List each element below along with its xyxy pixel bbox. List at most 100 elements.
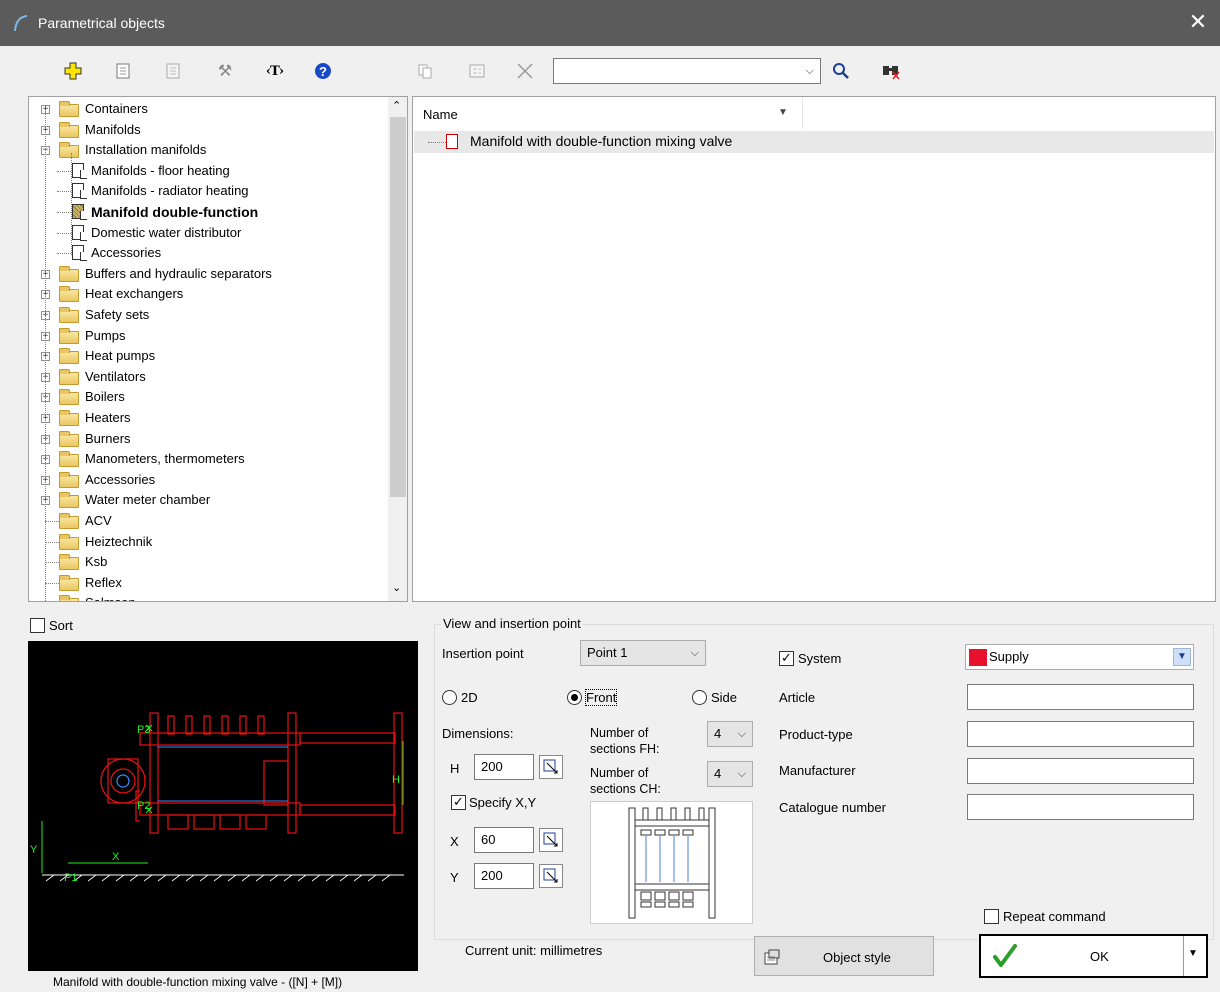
article-input[interactable] — [967, 684, 1194, 710]
pick-h-icon[interactable] — [539, 755, 563, 779]
dimensions-label: Dimensions: — [442, 726, 514, 741]
repeat-command-checkbox[interactable] — [984, 909, 999, 924]
copy-icon[interactable] — [412, 58, 438, 84]
scroll-down-icon[interactable]: ⌄ — [392, 581, 401, 594]
tree-folder-item[interactable]: + Containers — [29, 99, 387, 119]
preview-label-p2: P2 — [137, 800, 150, 812]
tree-item-label: Water meter chamber — [85, 492, 211, 508]
tree-connector — [57, 232, 71, 234]
catalogue-number-input[interactable] — [967, 794, 1194, 820]
chevron-down-icon[interactable]: ⌵ — [806, 59, 814, 83]
sections-ch-value: 4 — [714, 766, 722, 781]
add-icon[interactable] — [60, 58, 86, 84]
delete-icon[interactable] — [512, 58, 538, 84]
ok-dropdown-icon[interactable]: ▼ — [1188, 948, 1198, 959]
column-dropdown-icon[interactable]: ▼ — [775, 105, 791, 121]
system-checkbox[interactable]: ✓ — [779, 651, 794, 666]
radio-front[interactable] — [567, 690, 582, 705]
tree-folder-item[interactable]: + Safety sets — [29, 305, 387, 325]
tree-folder-item[interactable]: Ksb — [29, 552, 387, 572]
folder-icon — [59, 451, 79, 468]
tree-folder-item[interactable]: + Water meter chamber — [29, 490, 387, 510]
properties-icon[interactable] — [110, 58, 136, 84]
product-type-input[interactable] — [967, 721, 1194, 747]
manufacturer-input[interactable] — [967, 758, 1194, 784]
x-input[interactable]: 60 — [474, 827, 534, 853]
x-value: 60 — [481, 832, 496, 847]
sort-label: Sort — [49, 618, 73, 633]
tree-folder-item[interactable]: ACV — [29, 511, 387, 531]
specify-xy-checkbox[interactable]: ✓ — [451, 795, 466, 810]
tree-leaf-item[interactable]: Manifolds - radiator heating — [29, 181, 387, 201]
ok-button[interactable]: OK ▼ — [979, 934, 1208, 978]
column-header-name[interactable]: Name ▼ — [413, 97, 803, 129]
tree-folder-item[interactable]: + Manometers, thermometers — [29, 449, 387, 469]
close-icon[interactable]: ✕ — [1186, 10, 1210, 34]
tree-item-label: Accessories — [91, 245, 162, 261]
tree-item-label: Heaters — [85, 410, 131, 425]
tree-folder-item[interactable]: + Manifolds — [29, 120, 387, 140]
system-select[interactable]: Supply ▼ — [965, 644, 1194, 670]
tree-leaf-item[interactable]: Manifold double-function — [29, 202, 387, 222]
tree-folder-item[interactable]: + Heaters — [29, 408, 387, 428]
tree-item-label: Manifolds — [85, 121, 141, 137]
y-input[interactable]: 200 — [474, 863, 534, 889]
tree-folder-item[interactable]: − Installation manifolds — [29, 140, 387, 160]
list-icon[interactable] — [160, 58, 186, 84]
folder-icon — [59, 265, 79, 282]
tree-folder-item[interactable]: Heiztechnik — [29, 532, 387, 552]
tree-connector — [57, 253, 71, 255]
text-icon[interactable]: ‹T› — [262, 58, 288, 84]
tree-leaf-item[interactable]: Accessories — [29, 243, 387, 263]
search-icon[interactable] — [828, 58, 854, 84]
sections-ch-select[interactable]: 4 ⌵ — [707, 761, 753, 787]
tree-leaf-item[interactable]: Domestic water distributor — [29, 223, 387, 243]
radio-side[interactable] — [692, 690, 707, 705]
search-input[interactable]: ⌵ — [553, 58, 821, 84]
repeat-command-label: Repeat command — [1003, 909, 1106, 924]
scroll-thumb[interactable] — [390, 117, 406, 497]
binoculars-icon[interactable] — [878, 58, 904, 84]
folder-icon — [59, 430, 79, 447]
sections-fh-value: 4 — [714, 726, 722, 741]
list-item[interactable]: Manifold with double-function mixing val… — [414, 131, 1214, 153]
chevron-down-icon[interactable]: ▼ — [1173, 648, 1191, 666]
tree-item-label: Manifolds - radiator heating — [91, 183, 249, 199]
tree-folder-item[interactable]: Salmson — [29, 593, 387, 601]
form-icon[interactable] — [464, 58, 490, 84]
tree-item-label: Installation manifolds — [85, 142, 207, 158]
tree-content: + Containers + Manifolds − Installation manif… — [29, 97, 389, 601]
folder-icon — [59, 389, 79, 406]
sections-fh-label-2: sections FH: — [590, 742, 660, 756]
tree-item-label: Heiztechnik — [85, 533, 153, 549]
scroll-up-icon[interactable]: ⌃ — [392, 99, 401, 112]
pick-x-icon[interactable] — [539, 828, 563, 852]
folder-icon — [59, 574, 79, 591]
object-list[interactable]: Name ▼ Manifold with double-function mix… — [412, 96, 1216, 602]
tree-item-label: Burners — [85, 430, 131, 446]
sections-fh-select[interactable]: 4 ⌵ — [707, 721, 753, 747]
tools-icon[interactable]: ⚒ — [212, 58, 238, 84]
tree-folder-item[interactable]: + Boilers — [29, 387, 387, 407]
pick-y-icon[interactable] — [539, 864, 563, 888]
tree-folder-item[interactable]: + Ventilators — [29, 367, 387, 387]
radio-2d[interactable] — [442, 690, 457, 705]
tree-folder-item[interactable]: + Heat exchangers — [29, 284, 387, 304]
tree-folder-item[interactable]: + Heat pumps — [29, 346, 387, 366]
list-item-label: Manifold with double-function mixing val… — [470, 133, 733, 149]
tree-folder-item[interactable]: Reflex — [29, 573, 387, 593]
tree-folder-item[interactable]: + Pumps — [29, 326, 387, 346]
help-icon[interactable]: ? — [310, 58, 336, 84]
object-icon — [72, 224, 87, 241]
tree-folder-item[interactable]: + Burners — [29, 429, 387, 449]
tree-folder-item[interactable]: + Accessories — [29, 470, 387, 490]
category-tree[interactable]: + Containers + Manifolds − Installation manif… — [28, 96, 408, 602]
tree-leaf-item[interactable]: Manifolds - floor heating — [29, 161, 387, 181]
h-input[interactable]: 200 — [474, 754, 534, 780]
insertion-point-select[interactable]: Point 1 ⌵ — [580, 640, 706, 666]
sort-checkbox[interactable] — [30, 618, 45, 633]
tree-folder-item[interactable]: + Buffers and hydraulic separators — [29, 264, 387, 284]
object-style-button[interactable]: Object style — [754, 936, 934, 976]
tree-connector — [45, 582, 59, 584]
tree-scrollbar[interactable]: ⌃ ⌄ — [388, 97, 407, 601]
